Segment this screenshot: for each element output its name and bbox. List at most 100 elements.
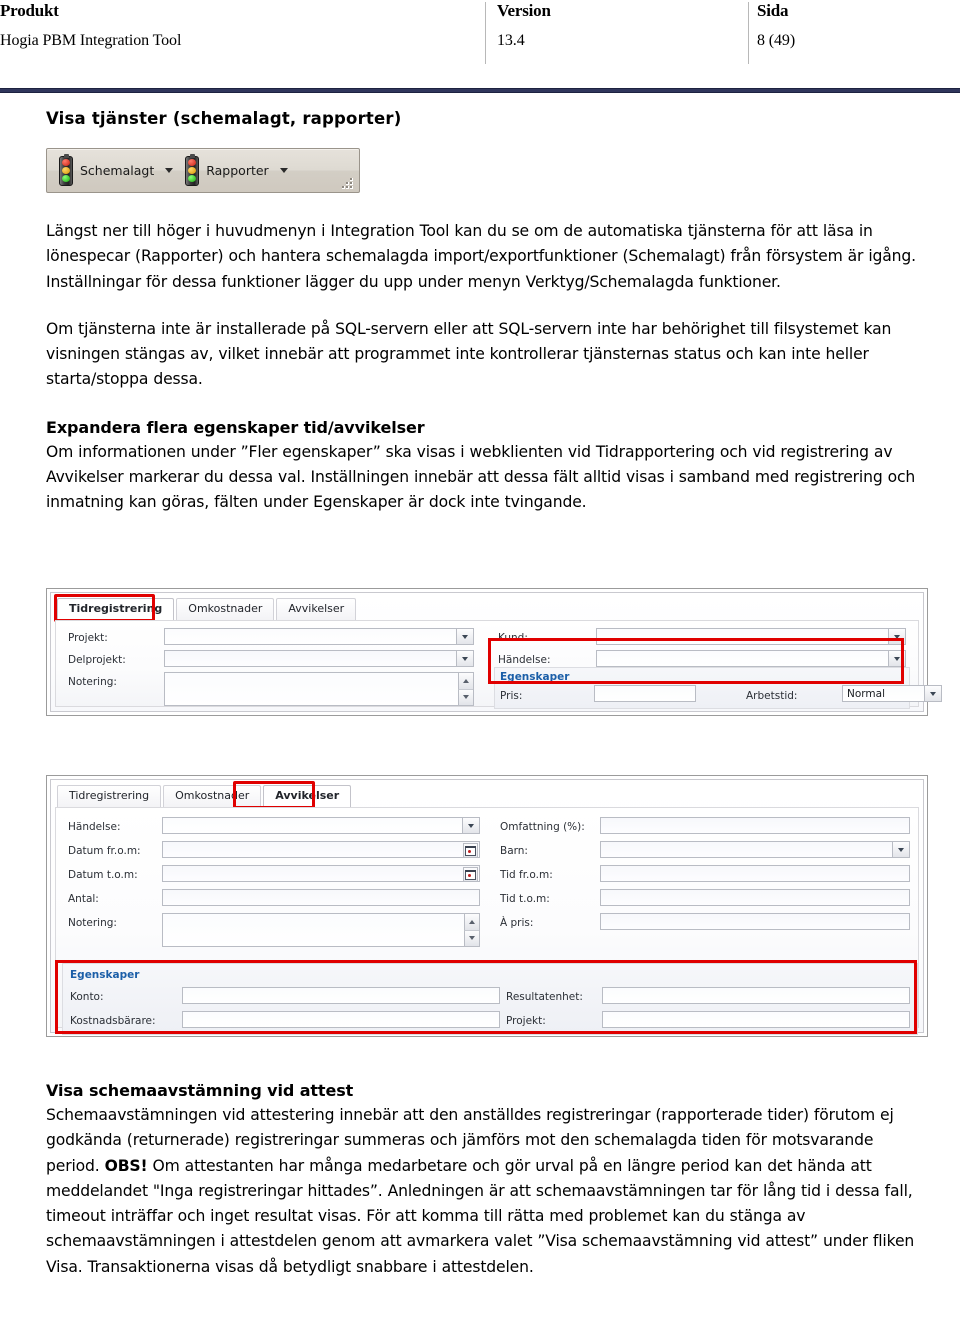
input-delprojekt[interactable] xyxy=(164,650,474,667)
combobox-arbetstid[interactable]: Normal xyxy=(842,685,942,702)
traffic-light-amber xyxy=(188,167,197,174)
spinner-down-button[interactable] xyxy=(458,689,473,705)
group-title-egenskaper-2: Egenskaper xyxy=(70,969,140,981)
chevron-down-icon[interactable] xyxy=(456,629,473,644)
chevron-down-icon[interactable] xyxy=(165,168,174,173)
input-tid-from[interactable] xyxy=(600,865,910,882)
section-heading-schemaavstamning: Visa schemaavstämning vid attest xyxy=(46,1081,354,1100)
tab-omkostnader[interactable]: Omkostnader xyxy=(176,598,275,620)
chevron-down-icon[interactable] xyxy=(888,651,905,666)
toolbar-grip-icon[interactable] xyxy=(342,178,354,189)
label-notering: Notering: xyxy=(68,676,117,688)
spinner-up-button[interactable] xyxy=(464,914,479,931)
paragraph-sql-server: Om tjänsterna inte är installerade på SQ… xyxy=(46,319,892,389)
header-horizontal-rule xyxy=(0,88,960,93)
header-value-produkt: Hogia PBM Integration Tool xyxy=(0,32,182,49)
paragraph-schemaavstamning: Schemaavstämningen vid attestering inneb… xyxy=(46,1103,926,1280)
traffic-light-icon xyxy=(59,153,73,186)
section-heading-expandera: Expandera flera egenskaper tid/avvikelse… xyxy=(46,417,425,437)
input-handelse[interactable] xyxy=(596,650,906,667)
header-divider-1 xyxy=(485,2,486,64)
label-datum-from: Datum fr.o.m: xyxy=(68,845,141,857)
chevron-down-icon[interactable] xyxy=(456,651,473,666)
toolbar-label-rapporter: Rapporter xyxy=(206,163,269,178)
spinner-up-button[interactable] xyxy=(458,673,473,690)
input-konto[interactable] xyxy=(182,987,500,1004)
toolbar-inner: Schemalagt Rapporter xyxy=(47,153,359,188)
input-projekt[interactable] xyxy=(164,628,474,645)
traffic-light-red xyxy=(188,159,197,166)
input-kund[interactable] xyxy=(596,628,906,645)
label-handelse: Händelse: xyxy=(68,821,121,833)
label-datum-tom: Datum t.o.m: xyxy=(68,869,138,881)
tab-tidregistrering[interactable]: Tidregistrering xyxy=(57,598,175,620)
header-column-produkt: Produkt Hogia PBM Integration Tool xyxy=(0,0,470,52)
form1-tabstrip: Tidregistrering Omkostnader Avvikelser xyxy=(57,598,357,620)
input-pris[interactable] xyxy=(594,685,696,702)
input-kostnadsbarare[interactable] xyxy=(182,1011,500,1028)
toolbar-button-schemalagt[interactable]: Schemalagt xyxy=(57,153,179,188)
combobox-arbetstid-value: Normal xyxy=(847,688,885,700)
tab-avvikelser[interactable]: Avvikelser xyxy=(263,785,352,807)
chevron-down-icon[interactable] xyxy=(892,842,909,857)
chevron-down-icon[interactable] xyxy=(279,168,288,173)
header-label-produkt: Produkt xyxy=(0,1,59,20)
label-barn: Barn: xyxy=(500,845,528,857)
document-body: Visa tjänster (schemalagt, rapporter) Sc… xyxy=(46,108,926,516)
header-value-version: 13.4 xyxy=(497,32,525,49)
spinner-notering[interactable] xyxy=(458,673,473,705)
paragraph-expandera: Om informationen under ”Fler egenskaper”… xyxy=(46,442,916,512)
screenshot-tidregistrering-form: Tidregistrering Omkostnader Avvikelser P… xyxy=(46,588,942,716)
input-a-pris[interactable] xyxy=(600,913,910,930)
label-notering: Notering: xyxy=(68,917,117,929)
label-a-pris: À pris: xyxy=(500,917,534,929)
input-barn[interactable] xyxy=(600,841,910,858)
input-resultatenhet[interactable] xyxy=(602,987,910,1004)
input-projekt[interactable] xyxy=(602,1011,910,1028)
traffic-light-green xyxy=(188,175,197,182)
tab-tidregistrering[interactable]: Tidregistrering xyxy=(57,785,162,807)
input-datum-tom[interactable] xyxy=(162,865,480,882)
form1-tab-panel: Projekt: Delprojekt: Notering: Kund: Hän… xyxy=(55,620,942,709)
input-tid-tom[interactable] xyxy=(600,889,910,906)
form2-tab-panel: Händelse: Datum fr.o.m: Datum t.o.m: Ant… xyxy=(55,807,919,1035)
document-header: Produkt Hogia PBM Integration Tool Versi… xyxy=(0,0,960,93)
input-handelse[interactable] xyxy=(162,817,480,834)
spinner-down-button[interactable] xyxy=(464,930,479,946)
group-title-egenskaper: Egenskaper xyxy=(500,671,570,683)
chevron-down-icon[interactable] xyxy=(924,686,941,701)
chevron-down-icon[interactable] xyxy=(462,818,479,833)
chevron-down-icon[interactable] xyxy=(888,629,905,644)
header-column-sida: Sida 8 (49) xyxy=(757,0,957,52)
spinner-notering[interactable] xyxy=(464,914,479,946)
label-arbetstid: Arbetstid: xyxy=(746,690,798,702)
screenshot-avvikelser-form: Tidregistrering Omkostnader Avvikelser H… xyxy=(46,775,928,1037)
input-notering[interactable] xyxy=(164,672,474,706)
header-column-version: Version 13.4 xyxy=(497,0,737,52)
calendar-icon[interactable] xyxy=(463,867,478,882)
toolbar-button-rapporter[interactable]: Rapporter xyxy=(183,153,293,188)
traffic-light-amber xyxy=(62,167,70,174)
calendar-icon[interactable] xyxy=(463,843,478,858)
traffic-light-red xyxy=(62,159,70,166)
form2-tabstrip: Tidregistrering Omkostnader Avvikelser xyxy=(57,785,352,807)
label-tid-from: Tid fr.o.m: xyxy=(500,869,553,881)
label-omfattning: Omfattning (%): xyxy=(500,821,585,833)
label-pris: Pris: xyxy=(500,690,523,702)
label-kund: Kund: xyxy=(498,632,528,644)
input-notering[interactable] xyxy=(162,913,480,947)
input-datum-from[interactable] xyxy=(162,841,480,858)
input-antal[interactable] xyxy=(162,889,480,906)
label-projekt: Projekt: xyxy=(506,1015,546,1027)
input-omfattning[interactable] xyxy=(600,817,910,834)
toolbar-screenshot: Schemalagt Rapporter xyxy=(46,148,360,193)
header-divider-2 xyxy=(748,2,749,64)
tab-avvikelser[interactable]: Avvikelser xyxy=(276,598,357,620)
section-heading-visa-tjanster: Visa tjänster (schemalagt, rapporter) xyxy=(46,109,402,128)
label-handelse: Händelse: xyxy=(498,654,551,666)
label-antal: Antal: xyxy=(68,893,99,905)
header-label-sida: Sida xyxy=(757,1,789,20)
traffic-light-icon xyxy=(185,153,200,186)
traffic-light-green xyxy=(62,175,70,182)
tab-omkostnader[interactable]: Omkostnader xyxy=(163,785,262,807)
